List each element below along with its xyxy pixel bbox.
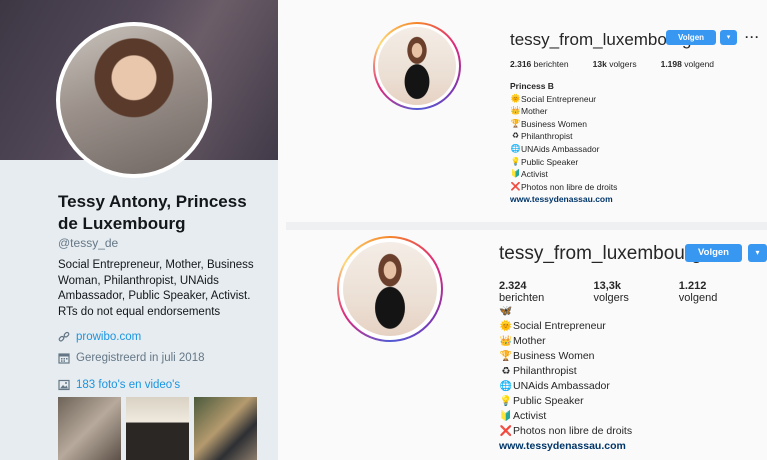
website-link[interactable]: prowibo.com: [76, 331, 141, 343]
bio-line: ❌ Photos non libre de droits: [510, 181, 618, 194]
bio-line-text: Philanthropist: [521, 131, 573, 142]
recycle-icon: ♻: [501, 366, 511, 377]
crown-icon: 👑: [510, 106, 521, 116]
calendar-icon: [58, 352, 70, 364]
joined-row: Geregistreerd in juli 2018: [58, 352, 205, 364]
bio-line: ♻ Philanthropist: [499, 364, 632, 379]
profile-photo[interactable]: [343, 242, 437, 336]
instagram-profile-header-top: tessy_from_luxembourg Volgen ▾ ··· 2.316…: [286, 0, 767, 222]
joined-date: Geregistreerd in juli 2018: [76, 352, 205, 364]
bio-line: 🔰 Activist: [510, 168, 617, 181]
profile-bio: Princess B 🌞 Social Entrepreneur 👑 Mother …: [510, 80, 617, 206]
profile-stats: 2.316 berichten 13k volgers 1.198 volgen…: [510, 59, 738, 69]
recycle-icon: ♻: [511, 131, 520, 141]
media-thumbnail[interactable]: [194, 397, 257, 460]
badge-icon: 🔰: [510, 169, 521, 179]
bio-title: Princess B: [510, 81, 554, 91]
lightbulb-icon: 💡: [510, 156, 521, 166]
avatar[interactable]: [56, 22, 212, 178]
bio-line: 🌞 Social Entrepreneur: [510, 93, 617, 106]
bio-line-text: UNAids Ambassador: [521, 143, 600, 154]
bio-line-text: Business Women: [513, 350, 595, 362]
bio-line: 🌐 UNAids Ambassador: [499, 379, 632, 394]
followers-count[interactable]: 13,3k volgers: [593, 280, 654, 304]
profile-stats: 2.324 berichten 13,3k volgers 1.212 volg…: [499, 280, 767, 304]
bio-line-text: Social Entrepreneur: [513, 320, 606, 332]
bio-line: 🌞 Social Entrepreneur: [499, 319, 632, 334]
instagram-profile-header-bottom: tessy_from_luxembourg Volgen ▾ 2.324 ber…: [286, 230, 767, 460]
bio-line-text: Mother: [513, 335, 546, 347]
chevron-down-icon[interactable]: ▾: [720, 30, 737, 45]
trophy-icon: 🏆: [510, 118, 521, 128]
follow-button[interactable]: Volgen: [666, 30, 716, 45]
sun-icon: 🌞: [499, 321, 513, 332]
profile-bio: Social Entrepreneur, Mother, Business Wo…: [58, 259, 254, 318]
following-count[interactable]: 1.198 volgend: [661, 59, 714, 69]
following-count[interactable]: 1.212 volgend: [679, 280, 743, 304]
bio-line-text: UNAids Ambassador: [513, 380, 610, 392]
bio-line-text: Philanthropist: [513, 365, 577, 377]
image-icon: [58, 379, 70, 391]
trophy-icon: 🏆: [499, 351, 513, 362]
panel-divider: [286, 222, 767, 230]
profile-handle: @tessy_de: [58, 236, 119, 250]
twitter-profile-card: Tessy Antony, Princess de Luxembourg @te…: [0, 0, 278, 460]
bio-line: ♻ Philanthropist: [510, 130, 617, 143]
bio-line: 👑 Mother: [510, 105, 617, 118]
posts-count[interactable]: 2.316 berichten: [510, 59, 569, 69]
more-options-icon[interactable]: ···: [745, 30, 760, 44]
bio-line: 🌐 UNAids Ambassador: [510, 143, 617, 156]
cross-mark-icon: ❌: [499, 426, 513, 437]
badge-icon: 🔰: [499, 411, 513, 422]
bio-line: 💡 Public Speaker: [510, 156, 617, 169]
bio-line: 👑 Mother: [499, 334, 632, 349]
globe-icon: 🌐: [499, 381, 513, 392]
bio-line-text: Mother: [521, 106, 548, 117]
chevron-down-icon[interactable]: ▾: [748, 244, 767, 262]
media-thumbnail[interactable]: [58, 397, 121, 460]
bio-line-text: Photos non libre de droits: [513, 425, 633, 437]
media-link[interactable]: 183 foto's en video's: [76, 379, 180, 391]
cross-mark-icon: ❌: [510, 181, 521, 191]
avatar-image: [60, 26, 208, 174]
bio-line-text: Public Speaker: [513, 395, 584, 407]
media-row[interactable]: 183 foto's en video's: [58, 379, 180, 391]
bio-line: 💡 Public Speaker: [499, 394, 632, 409]
website-row: prowibo.com: [58, 331, 141, 343]
profile-name: Tessy Antony, Princess de Luxembourg: [58, 192, 247, 233]
link-icon: [58, 331, 70, 343]
bio-line-text: Activist: [513, 410, 547, 422]
bio-line-text: Social Entrepreneur: [521, 93, 597, 104]
username: tessy_from_luxembourg: [510, 30, 692, 49]
lightbulb-icon: 💡: [499, 396, 513, 407]
bio-line: 🔰 Activist: [499, 409, 632, 424]
sun-icon: 🌞: [510, 93, 521, 103]
profile-bio: 🦋 🌞 Social Entrepreneur 👑 Mother 🏆 Business…: [499, 304, 632, 454]
bio-line: ❌ Photos non libre de droits: [499, 424, 632, 439]
followers-count[interactable]: 13k volgers: [593, 59, 637, 69]
username: tessy_from_luxembourg: [499, 243, 702, 264]
bio-line: 🏆 Business Women: [510, 118, 617, 131]
follow-button[interactable]: Volgen: [685, 244, 742, 262]
bio-line-text: Public Speaker: [521, 156, 579, 167]
bio-line-text: Activist: [521, 169, 548, 180]
media-thumbnail[interactable]: [126, 397, 189, 460]
butterfly-icon: 🦋: [499, 305, 513, 317]
bio-line-text: Business Women: [521, 118, 587, 129]
media-thumbnails: [58, 397, 257, 460]
website-link[interactable]: www.tessydenassau.com: [510, 193, 617, 206]
bio-line: 🏆 Business Women: [499, 349, 632, 364]
posts-count[interactable]: 2.324 berichten: [499, 280, 569, 304]
profile-photo[interactable]: [378, 27, 456, 105]
crown-icon: 👑: [499, 336, 513, 347]
globe-icon: 🌐: [510, 143, 521, 153]
website-link[interactable]: www.tessydenassau.com: [499, 439, 632, 454]
bio-line-text: Photos non libre de droits: [521, 181, 618, 192]
